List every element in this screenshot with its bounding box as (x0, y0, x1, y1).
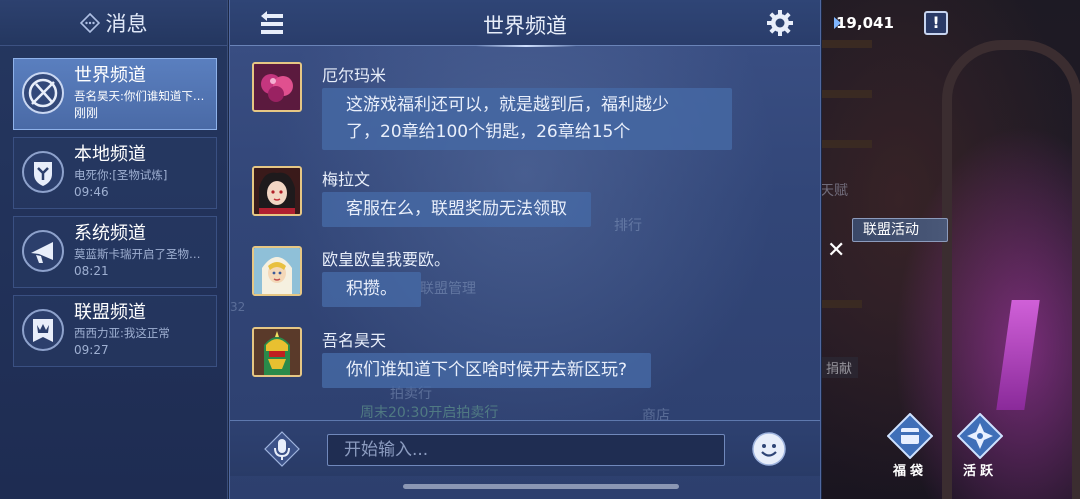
avatar[interactable] (252, 62, 302, 112)
chat-message: 吾名昊天 你们谁知道下个区啥时候开去新区玩? (252, 319, 792, 391)
channel-item-system[interactable]: 系统频道 莫蓝斯卡瑞开启了圣物试... 08:21 (13, 216, 217, 288)
system-horn-icon (20, 228, 66, 274)
decor-shelf (822, 300, 862, 308)
resource-value: 19,041 (836, 14, 894, 32)
message-diamond-icon (79, 12, 100, 33)
title-underline (476, 45, 576, 47)
channel-list: 世界频道 吾名昊天:你们谁知道下个... 刚刚 本地频道 电死你:[圣物试炼] … (0, 46, 227, 367)
chat-header: 世界频道 (230, 0, 820, 47)
game-background: 19,041 ! 天赋 捐献 ✕ 联盟活动 福袋 活跃 (822, 0, 1080, 499)
message-sender: 欧皇欧皇我要欧。 (322, 250, 451, 269)
chat-message: 厄尔玛米 这游戏福利还可以，就是越到后，福利越少 了，20章给100个钥匙，26… (252, 54, 792, 150)
channel-time: 刚刚 (74, 106, 99, 120)
channel-time: 09:46 (74, 185, 109, 199)
smiley-icon (752, 432, 786, 466)
channel-name: 世界频道 (74, 65, 146, 86)
sidebar-title: 消息 (105, 11, 148, 36)
message-text-line: 这游戏福利还可以，就是越到后，福利越少 (346, 95, 669, 115)
voice-button[interactable] (264, 431, 300, 467)
decor-shelf (822, 90, 872, 98)
input-bar (230, 420, 820, 476)
lucky-bag-icon (886, 412, 934, 460)
world-icon (20, 70, 66, 116)
activity-label: 活跃 (962, 464, 997, 479)
side-label: 捐献 (822, 357, 859, 378)
gear-icon (767, 10, 793, 36)
channel-item-alliance[interactable]: 联盟频道 西西力亚:我这正常 09:27 (13, 295, 217, 367)
message-bubble: 这游戏福利还可以，就是越到后，福利越少 了，20章给100个钥匙，26章给15个 (322, 88, 732, 150)
chat-title: 世界频道 (483, 14, 567, 38)
message-bubble: 积攒。 (322, 272, 421, 307)
channel-last-message: 电死你:[圣物试炼] (74, 168, 168, 182)
emoji-button[interactable] (751, 431, 787, 467)
channel-name: 系统频道 (74, 223, 146, 244)
avatar[interactable] (252, 166, 302, 216)
chat-message: 梅拉文 客服在么，联盟奖励无法领取 (252, 158, 792, 230)
home-indicator[interactable] (403, 484, 679, 489)
activity-icon (956, 412, 1004, 460)
decor-shelf (822, 140, 872, 148)
message-bubble: 你们谁知道下个区啥时候开去新区玩? (322, 353, 652, 388)
alert-button[interactable]: ! (924, 11, 948, 35)
channel-last-message: 吾名昊天:你们谁知道下个... (74, 89, 210, 103)
side-label: 天赋 (822, 183, 848, 199)
avatar[interactable] (252, 327, 302, 377)
lucky-bag-button[interactable]: 福袋 (885, 412, 935, 479)
decor-shelf (822, 40, 872, 48)
message-sender: 梅拉文 (322, 170, 371, 189)
channel-name: 联盟频道 (74, 302, 146, 323)
settings-button[interactable] (766, 9, 794, 37)
message-input[interactable] (327, 434, 725, 466)
microphone-icon (264, 431, 300, 467)
close-icon[interactable]: ✕ (827, 238, 849, 263)
sidebar-header: 消息 (0, 0, 227, 46)
channel-item-world[interactable]: 世界频道 吾名昊天:你们谁知道下个... 刚刚 (13, 58, 217, 130)
message-sender: 厄尔玛米 (322, 66, 387, 85)
channel-last-message: 西西力亚:我这正常 (74, 326, 170, 340)
message-sender: 吾名昊天 (322, 331, 387, 350)
channel-time: 09:27 (74, 343, 109, 357)
alliance-activity-button[interactable]: 联盟活动 (852, 218, 948, 242)
message-list: 厄尔玛米 这游戏福利还可以，就是越到后，福利越少 了，20章给100个钥匙，26… (230, 50, 820, 418)
message-bubble: 客服在么，联盟奖励无法领取 (322, 192, 591, 227)
chat-message: 欧皇欧皇我要欧。 积攒。 (252, 238, 792, 310)
avatar[interactable] (252, 246, 302, 296)
channel-item-local[interactable]: 本地频道 电死你:[圣物试炼] 09:46 (13, 137, 217, 209)
local-shield-icon (20, 149, 66, 195)
alliance-banner-icon (20, 307, 66, 353)
activity-button[interactable]: 活跃 (955, 412, 1005, 479)
channel-time: 08:21 (74, 264, 109, 278)
channel-sidebar: 消息 世界频道 吾名昊天:你们谁知道下个... 刚刚 本地频道 电死你:[圣物试… (0, 0, 228, 499)
channel-last-message: 莫蓝斯卡瑞开启了圣物试... (74, 247, 210, 261)
message-text-line: 了，20章给100个钥匙，26章给15个 (346, 122, 631, 142)
chat-panel: 排行 联盟管理 拍卖行 周末20:30开启拍卖行 商店 32 世界频道 厄尔玛米… (229, 0, 821, 499)
channel-name: 本地频道 (74, 144, 146, 165)
lucky-bag-label: 福袋 (892, 464, 927, 479)
